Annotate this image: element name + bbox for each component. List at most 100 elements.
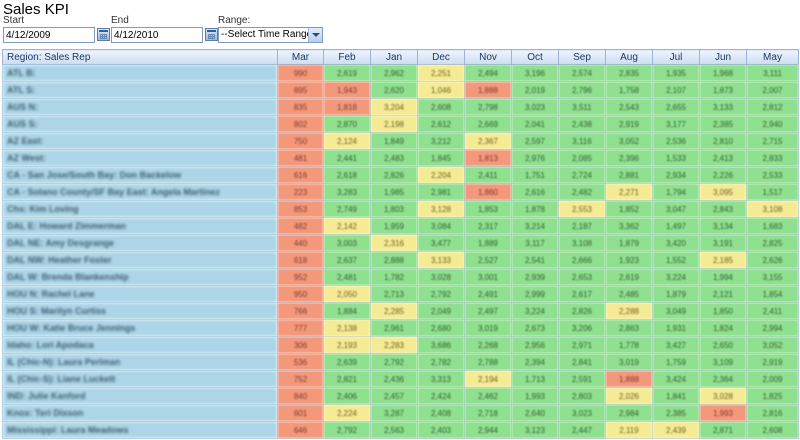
sales-rep-cell: HOU N: Rachel Lane <box>2 285 278 303</box>
kpi-value-cell: 481 <box>277 149 324 167</box>
kpi-value-cell: 2,944 <box>464 421 512 439</box>
kpi-value-cell: 2,413 <box>699 149 747 167</box>
column-header-aug[interactable]: Aug <box>605 49 653 65</box>
start-date-input[interactable] <box>3 27 95 43</box>
kpi-value-cell: 1,993 <box>699 404 747 422</box>
kpi-value-cell: 2,251 <box>417 64 465 82</box>
end-date-input[interactable] <box>111 27 203 43</box>
kpi-value-cell: 2,121 <box>699 285 747 303</box>
column-header-may[interactable]: May <box>746 49 799 65</box>
kpi-value-cell: 1,818 <box>323 98 371 116</box>
kpi-value-cell: 2,934 <box>652 166 700 184</box>
table-row[interactable]: DAL NE: Amy Desgrange 440 3,003 2,316 3,477 1… <box>2 234 799 252</box>
table-row[interactable]: AZ West: 481 2,441 2,483 1,845 1,813 2,976 2,08… <box>2 149 799 167</box>
table-row[interactable]: Idaho: Lori Apodaca 306 2,193 2,283 3,686 2,2… <box>2 336 799 354</box>
kpi-value-cell: 2,981 <box>417 183 465 201</box>
table-row[interactable]: CA - San Jose/South Bay: Don Backelow 616… <box>2 166 799 184</box>
kpi-value-cell: 1,533 <box>652 149 700 167</box>
kpi-value-cell: 2,718 <box>464 404 512 422</box>
start-calendar-icon[interactable] <box>97 28 110 41</box>
column-header-jun[interactable]: Jun <box>699 49 747 65</box>
kpi-value-cell: 853 <box>277 200 324 218</box>
kpi-value-cell: 2,406 <box>323 387 371 405</box>
kpi-value-cell: 2,591 <box>558 370 606 388</box>
range-select[interactable]: --Select Time Range-- <box>218 27 323 43</box>
column-header-jan[interactable]: Jan <box>370 49 418 65</box>
kpi-value-cell: 2,724 <box>558 166 606 184</box>
column-header-oct[interactable]: Oct <box>511 49 559 65</box>
table-row[interactable]: Knox: Teri Dixson 601 2,224 3,287 2,408 2,718… <box>2 404 799 422</box>
kpi-value-cell: 2,041 <box>511 115 559 133</box>
kpi-value-cell: 1,889 <box>464 234 512 252</box>
kpi-value-cell: 3,023 <box>558 404 606 422</box>
column-header-sep[interactable]: Sep <box>558 49 606 65</box>
table-row[interactable]: IL (Chic-N): Laura Perlman 536 2,639 2,792 2… <box>2 353 799 371</box>
kpi-value-cell: 1,845 <box>417 149 465 167</box>
kpi-value-cell: 2,288 <box>605 302 653 320</box>
kpi-value-cell: 2,821 <box>323 370 371 388</box>
chevron-down-icon[interactable] <box>308 28 322 42</box>
kpi-value-cell: 3,117 <box>511 234 559 252</box>
table-row[interactable]: DAL NW: Heather Foster 618 2,637 2,888 3,133… <box>2 251 799 269</box>
sales-rep-cell: AUS N: <box>2 98 278 116</box>
table-row[interactable]: Chs: Kim Loving 853 2,749 1,803 3,128 1,853 1,… <box>2 200 799 218</box>
table-row[interactable]: HOU N: Rachel Lane 950 2,050 2,713 2,792 2,49… <box>2 285 799 303</box>
sales-rep-cell: Mississippi: Laura Meadows <box>2 421 278 439</box>
column-header-jul[interactable]: Jul <box>652 49 700 65</box>
kpi-value-cell: 1,888 <box>464 81 512 99</box>
kpi-value-cell: 2,841 <box>558 353 606 371</box>
column-header-nov[interactable]: Nov <box>464 49 512 65</box>
column-header-dec[interactable]: Dec <box>417 49 465 65</box>
kpi-value-cell: 3,214 <box>511 217 559 235</box>
table-row[interactable]: AUS N: 835 1,818 3,204 2,608 2,798 3,023 3,511 2… <box>2 98 799 116</box>
kpi-value-cell: 306 <box>277 336 324 354</box>
table-row[interactable]: ATL S: 895 1,943 2,620 1,046 1,888 2,019 2,796 1… <box>2 81 799 99</box>
kpi-value-cell: 2,436 <box>370 370 418 388</box>
kpi-value-cell: 2,285 <box>370 302 418 320</box>
kpi-value-cell: 3,049 <box>652 302 700 320</box>
table-row[interactable]: DAL W: Brenda Blankenship 952 2,481 1,782 3,… <box>2 268 799 286</box>
kpi-value-cell: 1,853 <box>464 200 512 218</box>
kpi-value-cell: 1,713 <box>511 370 559 388</box>
kpi-value-cell: 2,612 <box>417 115 465 133</box>
kpi-value-cell: 3,224 <box>511 302 559 320</box>
start-date-group: Start Date: <box>3 15 110 43</box>
kpi-value-cell: 1,825 <box>746 387 799 405</box>
kpi-value-cell: 2,626 <box>746 251 799 269</box>
column-header-feb[interactable]: Feb <box>323 49 371 65</box>
kpi-value-cell: 1,758 <box>605 81 653 99</box>
table-row[interactable]: HOU W: Katie Bruce Jennings 777 2,138 2,961… <box>2 319 799 337</box>
kpi-value-cell: 2,666 <box>558 251 606 269</box>
kpi-value-cell: 2,317 <box>464 217 512 235</box>
table-row[interactable]: AZ East: 750 2,124 1,849 3,212 2,367 2,597 3,11… <box>2 132 799 150</box>
table-row[interactable]: ATL B: 990 2,619 2,962 2,251 2,494 3,196 2,574 2… <box>2 64 799 82</box>
table-row[interactable]: CA - Solano County/SF Bay East: Angela M… <box>2 183 799 201</box>
kpi-value-cell: 3,196 <box>511 64 559 82</box>
end-calendar-icon[interactable] <box>205 28 218 41</box>
table-row[interactable]: IND: Julie Kanford 840 2,406 2,457 2,424 2,46… <box>2 387 799 405</box>
sales-rep-cell: DAL E: Howard Zimmerman <box>2 217 278 235</box>
kpi-value-cell: 2,316 <box>370 234 418 252</box>
end-date-group: End Date: <box>111 15 218 43</box>
kpi-value-cell: 777 <box>277 319 324 337</box>
column-header-mar[interactable]: Mar <box>277 49 324 65</box>
column-header-region[interactable]: Region: Sales Rep <box>2 49 278 65</box>
kpi-value-cell: 601 <box>277 404 324 422</box>
table-row[interactable]: DAL E: Howard Zimmerman 482 2,142 1,959 3,08… <box>2 217 799 235</box>
kpi-value-cell: 2,620 <box>370 81 418 99</box>
kpi-value-cell: 2,364 <box>699 370 747 388</box>
table-row[interactable]: IL (Chic-S): Liane Luckett 752 2,821 2,436 3… <box>2 370 799 388</box>
kpi-value-cell: 2,107 <box>652 81 700 99</box>
kpi-value-cell: 2,204 <box>417 166 465 184</box>
kpi-value-cell: 3,095 <box>699 183 747 201</box>
kpi-value-cell: 2,408 <box>417 404 465 422</box>
kpi-value-cell: 2,608 <box>417 98 465 116</box>
table-row[interactable]: AUS S: 802 2,870 2,198 2,612 2,669 2,041 2,438 2… <box>2 115 799 133</box>
kpi-value-cell: 2,940 <box>746 115 799 133</box>
kpi-value-cell: 1,824 <box>699 319 747 337</box>
kpi-value-cell: 2,673 <box>511 319 559 337</box>
sales-rep-cell: AZ East: <box>2 132 278 150</box>
kpi-value-cell: 3,686 <box>417 336 465 354</box>
table-row[interactable]: Mississippi: Laura Meadows 646 2,792 2,563 2… <box>2 421 799 439</box>
table-row[interactable]: HOU S: Marilyn Curtiss 766 1,884 2,285 2,049… <box>2 302 799 320</box>
